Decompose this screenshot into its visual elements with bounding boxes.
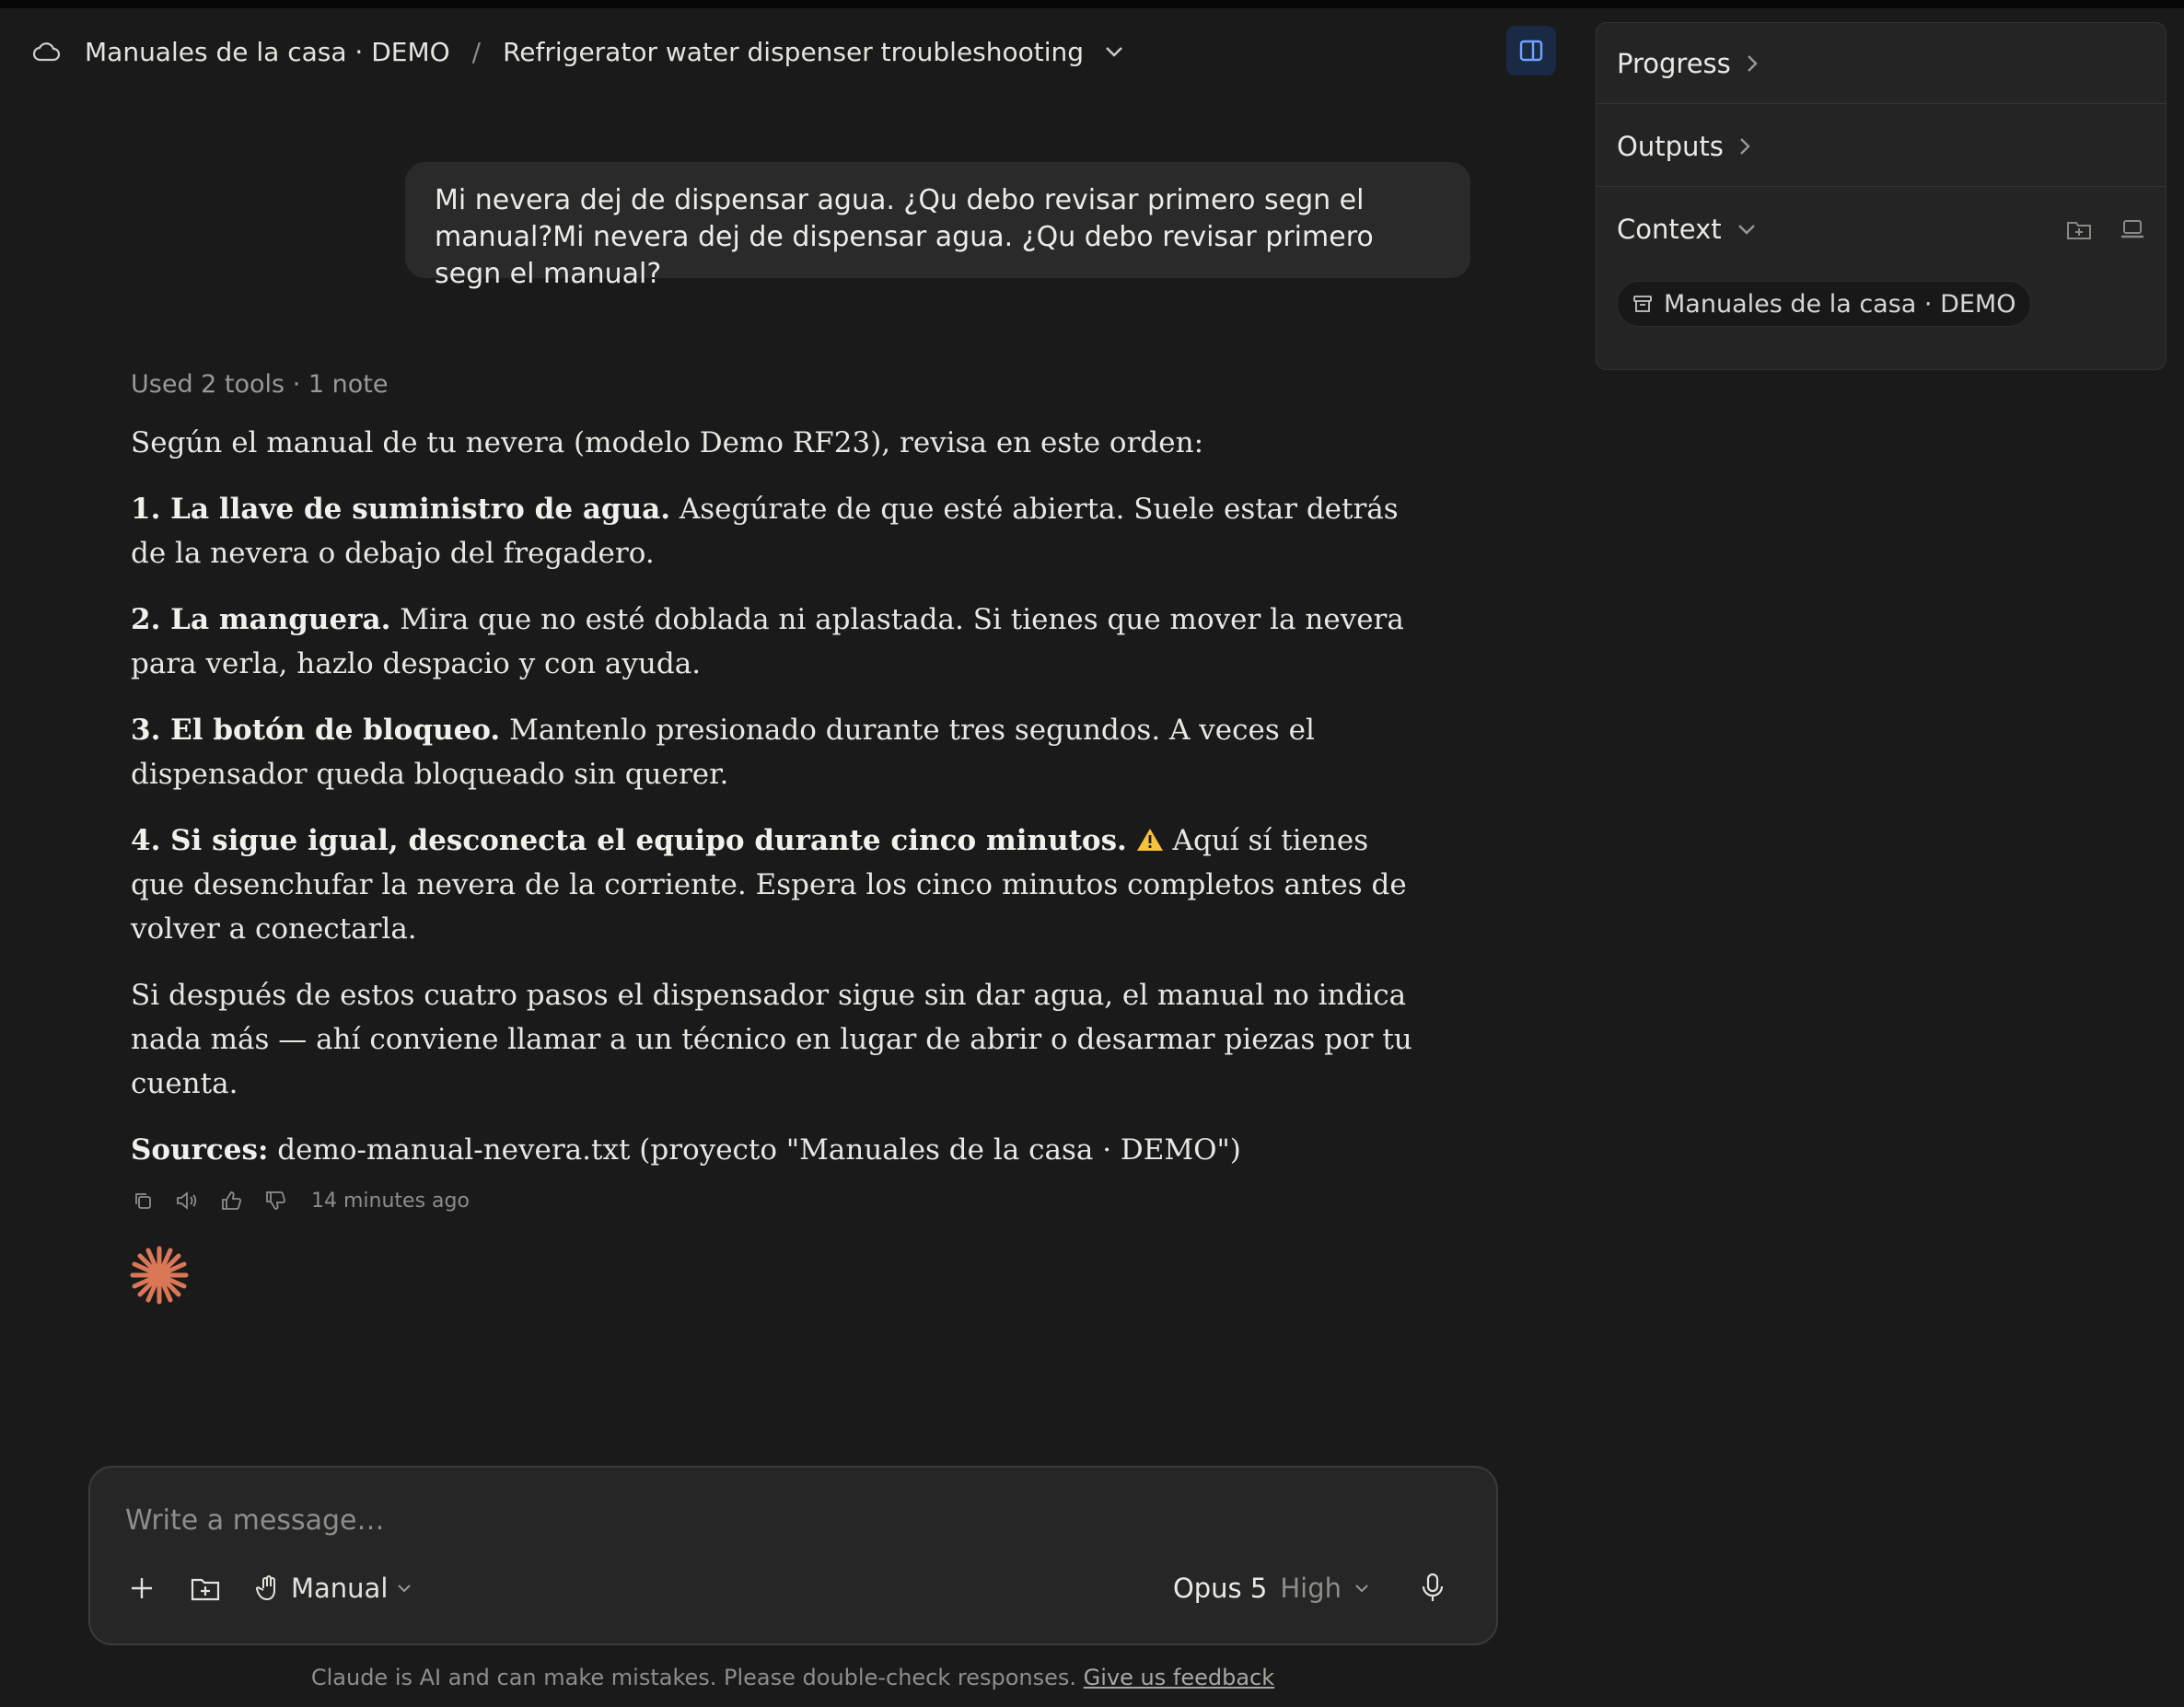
chevron-right-icon — [1740, 138, 1750, 155]
sources-label: Sources: — [131, 1133, 269, 1167]
context-project-chip[interactable]: Manuales de la casa · DEMO — [1617, 281, 2032, 327]
warning-icon — [1136, 829, 1163, 851]
chat-title[interactable]: Refrigerator water dispenser troubleshoo… — [503, 37, 1084, 67]
chevron-down-icon — [398, 1585, 412, 1593]
add-to-project-button[interactable] — [190, 1574, 221, 1602]
mode-selector[interactable]: Manual — [256, 1573, 412, 1604]
chevron-right-icon — [1747, 55, 1758, 72]
step-item: 1. La llave de suministro de agua. Asegú… — [131, 487, 1420, 575]
answer-closing: Si después de estos cuatro pasos el disp… — [131, 979, 1412, 1100]
context-section: Context — [1617, 209, 2145, 250]
copy-icon[interactable] — [131, 1189, 155, 1213]
add-button[interactable] — [129, 1575, 155, 1601]
mode-label: Manual — [291, 1573, 389, 1604]
step-title: 4. Si sigue igual, desconecta el equipo … — [131, 824, 1127, 857]
voice-input-button[interactable] — [1421, 1573, 1445, 1604]
step-item: 4. Si sigue igual, desconecta el equipo … — [131, 819, 1420, 951]
context-sidebar: Progress Outputs Context Manuales de la … — [1596, 22, 2167, 370]
message-timestamp: 14 minutes ago — [311, 1189, 470, 1213]
divider — [1597, 186, 2166, 187]
microphone-icon — [1422, 1573, 1444, 1601]
message-input[interactable]: Write a message… — [125, 1504, 384, 1537]
progress-section-toggle[interactable]: Progress — [1617, 43, 2145, 84]
speaker-icon[interactable] — [175, 1189, 199, 1213]
outputs-label: Outputs — [1617, 131, 1724, 162]
progress-label: Progress — [1617, 48, 1731, 79]
disclaimer: Claude is AI and can make mistakes. Plea… — [0, 1665, 1586, 1690]
composer-right-tools: Opus 5 High — [1173, 1573, 1445, 1604]
assistant-message: Used 2 tools · 1 note Según el manual de… — [131, 370, 1420, 1213]
hand-icon — [256, 1575, 275, 1601]
project-link[interactable]: Manuales de la casa · DEMO — [85, 37, 450, 67]
user-message: Mi nevera dej de dispensar agua. ¿Qu deb… — [405, 162, 1470, 290]
disclaimer-text: Claude is AI and can make mistakes. Plea… — [310, 1665, 1084, 1690]
window-top-edge — [0, 0, 2184, 8]
step-item: 3. El botón de bloqueo. Mantenlo presion… — [131, 708, 1420, 796]
context-label[interactable]: Context — [1617, 214, 1722, 245]
divider — [1597, 103, 2166, 104]
step-title: 3. El botón de bloqueo. — [131, 714, 501, 747]
archive-icon — [1633, 296, 1652, 312]
plus-icon — [132, 1578, 152, 1598]
panel-icon — [1519, 40, 1543, 62]
message-actions: 14 minutes ago — [131, 1189, 1420, 1213]
chevron-down-icon[interactable] — [1104, 41, 1126, 63]
thumbs-down-icon[interactable] — [263, 1189, 287, 1213]
chevron-down-icon[interactable] — [1737, 223, 1757, 236]
step-item: 2. La manguera. Mira que no esté doblada… — [131, 598, 1420, 686]
laptop-icon[interactable] — [2120, 218, 2145, 240]
sidebar-toggle-button[interactable] — [1506, 26, 1556, 75]
sources-line: Sources: demo-manual-nevera.txt (proyect… — [131, 1128, 1420, 1172]
model-selector[interactable]: Opus 5 — [1173, 1573, 1267, 1604]
chevron-down-icon[interactable] — [1354, 1583, 1369, 1594]
cloud-icon — [33, 39, 64, 64]
thumbs-up-icon[interactable] — [219, 1189, 243, 1213]
feedback-link[interactable]: Give us feedback — [1084, 1665, 1274, 1690]
step-title: 1. La llave de suministro de agua. — [131, 493, 671, 526]
outputs-section-toggle[interactable]: Outputs — [1617, 126, 2145, 167]
tools-used-toggle[interactable]: Used 2 tools · 1 note — [131, 370, 1420, 399]
folder-plus-icon — [191, 1578, 220, 1601]
sources-text: demo-manual-nevera.txt (proyecto "Manual… — [268, 1133, 1241, 1167]
effort-selector[interactable]: High — [1280, 1573, 1342, 1604]
context-chip-label: Manuales de la casa · DEMO — [1664, 289, 2016, 319]
message-composer: Write a message… Manual Opus 5 High — [88, 1466, 1498, 1645]
step-title: 2. La manguera. — [131, 603, 391, 636]
breadcrumb: Manuales de la casa · DEMO / Refrigerato… — [33, 33, 1126, 70]
add-folder-icon[interactable] — [2066, 218, 2092, 240]
breadcrumb-separator: / — [471, 36, 482, 67]
composer-left-tools: Manual — [129, 1573, 412, 1604]
answer-body: Según el manual de tu nevera (modelo Dem… — [131, 421, 1420, 1172]
answer-intro: Según el manual de tu nevera (modelo Dem… — [131, 426, 1204, 459]
claude-spark-icon — [130, 1246, 189, 1305]
